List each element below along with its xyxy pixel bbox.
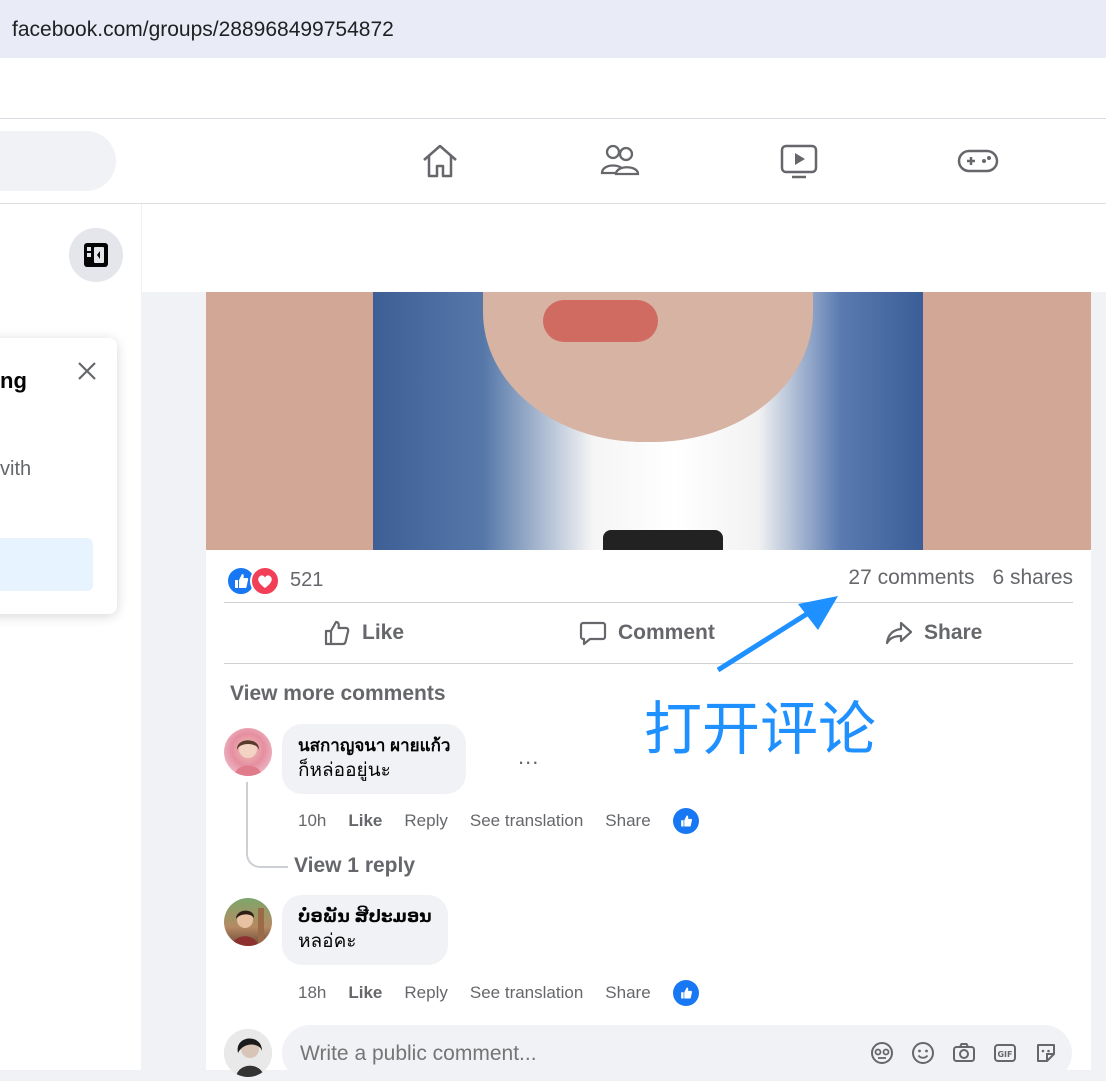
share-label: Share [924, 621, 983, 644]
comment-meta: 18h Like Reply See translation Share [298, 980, 721, 1006]
comment-input[interactable] [298, 1035, 842, 1073]
panel-toggle-icon [84, 243, 108, 267]
promo-card-title: ng [0, 368, 27, 393]
thumbs-up-icon [324, 620, 350, 646]
comment-bubble: นสกาญจนา ผายแก้ว ก็หล่ออยู่นะ [282, 724, 467, 794]
avatar[interactable] [224, 898, 272, 946]
shares-count-link[interactable]: 6 shares [992, 566, 1073, 589]
view-reply-link[interactable]: View 1 reply [294, 854, 415, 878]
comments-count-link[interactable]: 27 comments [848, 566, 974, 589]
reaction-count[interactable]: 521 [290, 569, 323, 592]
comment-time[interactable]: 18h [298, 983, 326, 1003]
share-icon [885, 621, 913, 645]
post-stats: 521 27 comments 6 shares [226, 564, 1073, 598]
comment-author[interactable]: นสกาญจนา ผายแก้ว [298, 734, 450, 758]
avatar-sticker-icon[interactable] [868, 1039, 896, 1067]
post-card: 521 27 comments 6 shares Like Comment Sha… [206, 292, 1091, 1081]
comment-translate-link[interactable]: See translation [470, 983, 583, 1003]
comment-author[interactable]: ບໍ່ອພັນ ສີປະມອນ [298, 905, 432, 929]
emoji-icon[interactable] [909, 1039, 937, 1067]
browser-address-bar[interactable]: facebook.com/groups/288968499754872 [0, 0, 1106, 58]
group-header-strip [142, 204, 1106, 292]
search-box[interactable] [0, 131, 116, 191]
url-text[interactable]: facebook.com/groups/288968499754872 [12, 18, 394, 42]
comment-text: หลอ่คะ [298, 931, 357, 952]
home-icon[interactable] [418, 139, 462, 183]
post-action-bar: Like Comment Share [224, 602, 1073, 664]
comment-reply-link[interactable]: Reply [404, 983, 447, 1003]
like-reaction-icon[interactable] [672, 808, 699, 834]
sidebar-toggle-button[interactable] [69, 228, 123, 282]
write-comment-box[interactable]: GIF [282, 1025, 1072, 1081]
view-more-comments-link[interactable]: View more comments [230, 682, 446, 706]
comment-meta: 10h Like Reply See translation Share [298, 808, 721, 834]
like-reaction-icon[interactable] [672, 980, 699, 1006]
promo-card-text: vith [0, 458, 32, 480]
post-photo[interactable] [206, 292, 1091, 550]
love-reaction-icon[interactable] [250, 566, 280, 596]
friends-icon[interactable] [598, 139, 642, 183]
watch-icon[interactable] [777, 139, 821, 183]
top-navigation [0, 119, 1106, 203]
comment-text: ก็หล่ออยู่นะ [298, 760, 391, 781]
annotation-label: 打开评论 [644, 695, 877, 763]
sticker-icon[interactable] [1032, 1039, 1060, 1067]
like-button[interactable]: Like [322, 603, 404, 663]
reply-thread-line [246, 782, 288, 868]
gif-icon[interactable]: GIF [991, 1039, 1019, 1067]
comment-translate-link[interactable]: See translation [470, 811, 583, 831]
browser-toolbar [0, 58, 1106, 119]
promo-card-button[interactable] [0, 538, 93, 591]
comment-bubble: ບໍ່ອພັນ ສີປະມອນ หลอ่คะ [282, 895, 448, 965]
comment-share-link[interactable]: Share [605, 983, 650, 1003]
promo-card: ng vith [0, 338, 117, 614]
comment-reply-link[interactable]: Reply [404, 811, 447, 831]
comment-like-link[interactable]: Like [348, 983, 382, 1003]
photo-subject [373, 292, 923, 550]
avatar[interactable] [224, 728, 272, 776]
close-icon[interactable] [72, 356, 102, 386]
comment-share-link[interactable]: Share [605, 811, 650, 831]
annotation-arrow-icon [716, 596, 838, 673]
like-label: Like [362, 621, 405, 644]
comment-time[interactable]: 10h [298, 811, 326, 831]
share-button[interactable]: Share [884, 603, 982, 663]
camera-icon[interactable] [950, 1039, 978, 1067]
gaming-icon[interactable] [956, 139, 1000, 183]
svg-text:GIF: GIF [997, 1050, 1012, 1059]
stats-right: 27 comments 6 shares [830, 566, 1073, 590]
left-sidebar: ng vith [0, 204, 141, 1070]
comment-like-link[interactable]: Like [348, 811, 382, 831]
comment-tools: GIF [855, 1039, 1060, 1067]
comment-icon [579, 621, 607, 646]
comment-options-button[interactable]: ... [518, 744, 539, 770]
comment-button[interactable]: Comment [578, 603, 715, 663]
